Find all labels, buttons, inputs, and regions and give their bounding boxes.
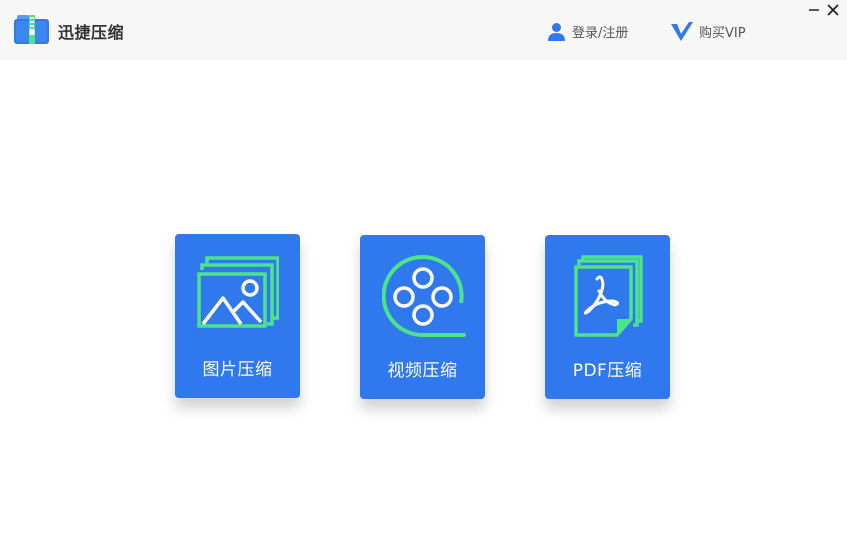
image-compress-card[interactable]: 图片压缩	[175, 234, 300, 398]
close-icon[interactable]	[825, 2, 841, 18]
zip-folder-icon	[14, 15, 49, 44]
user-icon	[548, 22, 565, 41]
minimize-icon[interactable]	[806, 2, 822, 18]
film-reel-icon	[382, 255, 466, 337]
login-register-button[interactable]: 登录/注册	[547, 20, 628, 42]
title-bar: 迅捷压缩 登录/注册 购买VIP	[0, 0, 847, 60]
buy-vip-label: 购买VIP	[699, 25, 746, 41]
pdf-compress-card[interactable]: PDF压缩	[545, 235, 670, 399]
app-window: 迅捷压缩 登录/注册 购买VIP 图片压缩 视频压缩 PDF压缩	[0, 0, 847, 535]
pdf-compress-label: PDF压缩	[572, 361, 643, 381]
buy-vip-button[interactable]: 购买VIP	[671, 20, 746, 42]
vip-v-icon	[671, 21, 693, 41]
login-register-label: 登录/注册	[572, 25, 629, 41]
image-icon	[197, 256, 279, 328]
image-compress-label: 图片压缩	[202, 360, 273, 380]
video-compress-card[interactable]: 视频压缩	[360, 235, 485, 399]
pdf-document-icon	[574, 255, 643, 337]
app-title: 迅捷压缩	[58, 23, 125, 42]
video-compress-label: 视频压缩	[387, 361, 458, 381]
